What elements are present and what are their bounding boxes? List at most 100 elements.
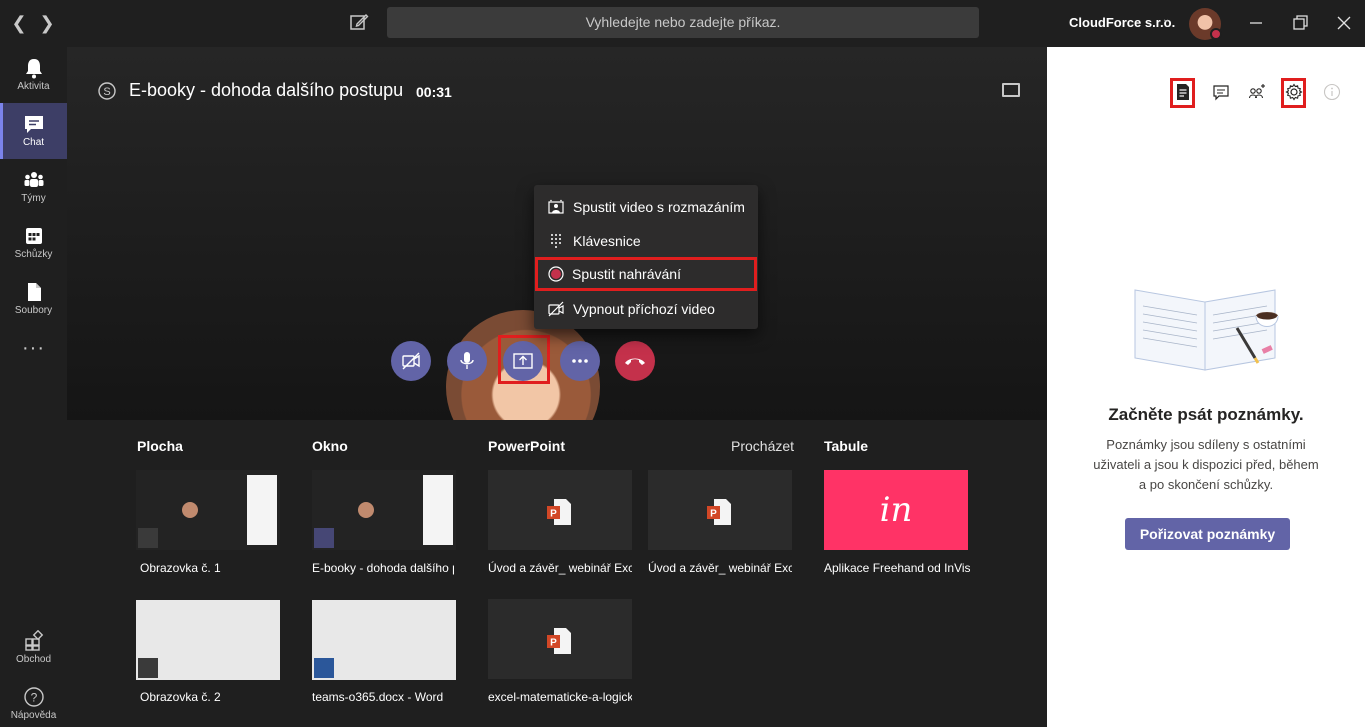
window-preview-panel [423, 475, 453, 545]
screen-preview-avatar [182, 502, 198, 518]
browse-link[interactable]: Procházet [731, 438, 794, 454]
teams-app: ❮ ❯ Vyhledejte nebo zadejte příkaz. Clou… [0, 0, 1365, 727]
bell-icon [25, 59, 42, 79]
share-option-label: Obrazovka č. 2 [140, 690, 221, 704]
share-option-screen-1[interactable] [136, 470, 280, 550]
share-option-powerpoint-1[interactable]: P [488, 470, 632, 550]
svg-text:S: S [103, 86, 110, 98]
calendar-icon [25, 228, 42, 244]
dialpad-icon [551, 234, 561, 248]
share-option-label: Aplikace Freehand od InVision [824, 561, 970, 575]
menu-item-blur-video[interactable]: Spustit video s rozmazáním [534, 191, 758, 224]
take-notes-button[interactable]: Pořizovat poznámky [1125, 518, 1290, 550]
rail-item-chat[interactable]: Chat [0, 103, 67, 159]
svg-text:P: P [550, 638, 557, 649]
powerpoint-file-icon: P [707, 499, 731, 525]
share-option-powerpoint-3[interactable]: P [488, 599, 632, 679]
share-option-word-doc[interactable] [312, 600, 456, 680]
menu-item-label: Klávesnice [573, 233, 641, 249]
meeting-notes-panel: Začněte psát poznámky. Poznámky jsou sdí… [1047, 47, 1365, 727]
share-option-invision-freehand[interactable]: in [824, 470, 968, 550]
share-option-label: Úvod a závěr_ webinář Excel [488, 561, 632, 575]
notes-empty-description: Poznámky jsou sdíleny s ostatními uživat… [1093, 437, 1319, 492]
more-icon: ··· [22, 337, 45, 359]
chevron-down-icon[interactable]: ⌄ [1162, 14, 1170, 25]
rail-more-button[interactable]: ··· [0, 327, 67, 367]
rail-item-help[interactable]: ? Nápověda [0, 676, 67, 727]
share-option-label: excel-matematicke-a-logicke [488, 690, 632, 704]
camera-toggle-button[interactable] [391, 341, 431, 381]
rail-item-meetings[interactable]: Schůzky [0, 215, 67, 271]
file-icon [27, 283, 41, 301]
more-actions-button[interactable] [560, 341, 600, 381]
more-icon [572, 359, 588, 363]
svg-text:P: P [550, 509, 557, 520]
back-arrow-icon[interactable]: ❮ [8, 12, 30, 34]
svg-text:?: ? [30, 691, 37, 705]
restore-icon[interactable] [1289, 12, 1311, 34]
share-option-powerpoint-2[interactable]: P [648, 470, 792, 550]
close-icon[interactable] [1333, 12, 1355, 34]
minimize-icon[interactable] [1245, 12, 1267, 34]
tray-header-desktop: Plocha [137, 438, 183, 454]
hang-up-icon [625, 358, 645, 365]
tray-header-window: Okno [312, 438, 348, 454]
rail-label: Schůzky [14, 249, 53, 260]
recording-highlight [535, 257, 757, 291]
powerpoint-file-icon: P [547, 628, 571, 654]
microphone-icon [460, 352, 474, 369]
blur-background-icon [548, 199, 564, 214]
meeting-title: E-booky - dohoda dalšího postupu [129, 80, 404, 100]
rail-item-teams[interactable]: Týmy [0, 159, 67, 215]
teams-app-icon [314, 528, 334, 548]
status-busy-icon [1210, 28, 1222, 40]
notes-icon-highlight [1170, 78, 1195, 108]
screen-share-icon [138, 658, 158, 678]
tray-header-whiteboard: Tabule [824, 438, 869, 454]
powerpoint-file-icon: P [547, 499, 571, 525]
rail-item-store[interactable]: Obchod [0, 620, 67, 676]
share-option-window-meeting[interactable] [312, 470, 456, 550]
menu-item-dialpad[interactable]: Klávesnice [534, 225, 758, 258]
forward-arrow-icon[interactable]: ❯ [36, 12, 58, 34]
meeting-timer: 00:31 [416, 84, 452, 100]
search-input[interactable]: Vyhledejte nebo zadejte příkaz. [387, 7, 979, 38]
camera-off-icon [402, 352, 420, 370]
rail-label: Obchod [15, 654, 52, 665]
rail-label: Týmy [21, 193, 46, 204]
tray-header-powerpoint: PowerPoint [488, 438, 566, 454]
rail-label: Chat [22, 137, 45, 148]
chat-icon [24, 116, 43, 133]
help-icon: ? [23, 687, 44, 707]
share-button-highlight [498, 335, 550, 384]
share-option-label: E-booky - dohoda dalšího postupu [312, 561, 454, 575]
share-option-label: Obrazovka č. 1 [140, 561, 221, 575]
compose-icon[interactable] [349, 12, 369, 32]
org-name[interactable]: CloudForce s.r.o. [1069, 15, 1175, 30]
app-rail: Aktivita Chat Týmy Schůzky Soubory ··· O… [0, 47, 67, 727]
rail-label: Soubory [14, 305, 53, 316]
store-icon [24, 630, 43, 651]
info-icon[interactable] [1323, 83, 1341, 101]
add-participants-icon[interactable] [1248, 83, 1266, 101]
microphone-button[interactable] [447, 341, 487, 381]
chat-icon[interactable] [1212, 83, 1230, 101]
share-option-screen-2[interactable] [136, 600, 280, 680]
rail-item-activity[interactable]: Aktivita [0, 47, 67, 103]
rail-item-files[interactable]: Soubory [0, 271, 67, 327]
notes-illustration [1134, 289, 1279, 371]
screen-preview-panel [247, 475, 277, 545]
menu-item-label: Spustit video s rozmazáním [573, 199, 745, 215]
hang-up-button[interactable] [615, 341, 655, 381]
menu-item-turn-off-incoming-video[interactable]: Vypnout příchozí video [534, 293, 758, 326]
settings-icon-highlight [1281, 78, 1306, 108]
notes-empty-title: Začněte psát poznámky. [1108, 405, 1304, 424]
skype-icon: S [98, 82, 116, 100]
title-bar: ❮ ❯ Vyhledejte nebo zadejte příkaz. Clou… [0, 0, 1365, 47]
share-option-label: teams-o365.docx - Word [312, 690, 444, 704]
fit-to-frame-icon[interactable] [1002, 83, 1020, 97]
window-preview-avatar [358, 502, 374, 518]
svg-text:P: P [710, 509, 717, 520]
rail-label: Aktivita [17, 81, 50, 92]
screen-share-icon [138, 528, 158, 548]
